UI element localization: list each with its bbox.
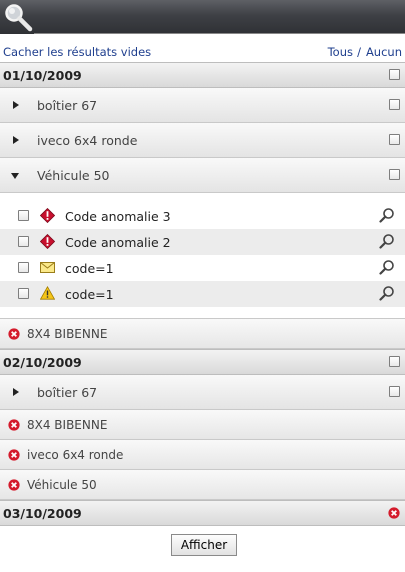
- zoom-icon[interactable]: [379, 207, 395, 223]
- vehicle-label: 8X4 BIBENNE: [27, 327, 108, 341]
- hide-empty-results-link[interactable]: Cacher les résultats vides: [3, 45, 151, 59]
- vehicle-label: iveco 6x4 ronde: [27, 448, 124, 462]
- search-header-bar: [0, 0, 405, 34]
- event-item[interactable]: code=1: [0, 255, 405, 281]
- no-data-vehicle-row[interactable]: 8X4 BIBENNE: [0, 410, 405, 440]
- date-label: 01/10/2009: [3, 68, 82, 83]
- expanded-arrow-icon[interactable]: [11, 173, 19, 179]
- link-separator: /: [357, 45, 361, 59]
- collapsed-arrow-icon[interactable]: [13, 101, 19, 109]
- filter-controls: Cacher les résultats vides Tous / Aucun: [0, 34, 405, 62]
- error-icon: [8, 419, 20, 431]
- event-label: code=1: [65, 261, 114, 276]
- select-none-link[interactable]: Aucun: [366, 45, 402, 59]
- vehicle-group-row[interactable]: boîtier 67: [0, 375, 405, 410]
- vehicle-group-row[interactable]: boîtier 67: [0, 88, 405, 123]
- date-label: 03/10/2009: [3, 506, 82, 521]
- date-header: 01/10/2009: [0, 62, 405, 88]
- event-list: Code anomalie 3 Code anomalie 2 code=1 c…: [0, 193, 405, 318]
- event-label: Code anomalie 3: [65, 209, 171, 224]
- event-checkbox[interactable]: [18, 210, 29, 221]
- event-checkbox[interactable]: [18, 288, 29, 299]
- red-alert-icon: [40, 234, 55, 249]
- error-icon: [388, 507, 400, 519]
- display-button[interactable]: Afficher: [171, 534, 237, 556]
- error-icon: [8, 449, 20, 461]
- date-checkbox[interactable]: [389, 69, 400, 80]
- group-label: boîtier 67: [37, 98, 98, 113]
- vehicle-label: Véhicule 50: [27, 478, 97, 492]
- zoom-icon[interactable]: [379, 285, 395, 301]
- red-alert-icon: [40, 208, 55, 223]
- group-checkbox[interactable]: [389, 169, 400, 180]
- event-item[interactable]: code=1: [0, 281, 405, 307]
- zoom-icon[interactable]: [379, 233, 395, 249]
- date-label: 02/10/2009: [3, 355, 82, 370]
- event-checkbox[interactable]: [18, 262, 29, 273]
- group-checkbox[interactable]: [389, 386, 400, 397]
- select-all-link[interactable]: Tous: [328, 45, 353, 59]
- event-item[interactable]: Code anomalie 3: [0, 203, 405, 229]
- date-checkbox[interactable]: [389, 356, 400, 367]
- group-checkbox[interactable]: [389, 134, 400, 145]
- envelope-icon: [40, 262, 55, 273]
- no-data-vehicle-row[interactable]: iveco 6x4 ronde: [0, 440, 405, 470]
- date-header: 03/10/2009: [0, 500, 405, 526]
- collapsed-arrow-icon[interactable]: [13, 388, 19, 396]
- vehicle-group-row-expanded[interactable]: Véhicule 50: [0, 158, 405, 193]
- error-icon: [8, 328, 20, 340]
- event-item[interactable]: Code anomalie 2: [0, 229, 405, 255]
- vehicle-group-row[interactable]: iveco 6x4 ronde: [0, 123, 405, 158]
- event-label: code=1: [65, 287, 114, 302]
- event-checkbox[interactable]: [18, 236, 29, 247]
- vehicle-label: 8X4 BIBENNE: [27, 418, 108, 432]
- no-data-vehicle-row[interactable]: 8X4 BIBENNE: [0, 318, 405, 349]
- footer: Afficher: [0, 526, 405, 562]
- group-label: iveco 6x4 ronde: [37, 133, 138, 148]
- group-label: Véhicule 50: [37, 168, 110, 183]
- no-data-vehicle-row[interactable]: Véhicule 50: [0, 470, 405, 500]
- collapsed-arrow-icon[interactable]: [13, 136, 19, 144]
- group-label: boîtier 67: [37, 385, 98, 400]
- date-header: 02/10/2009: [0, 349, 405, 375]
- magnifier-icon[interactable]: [3, 2, 33, 32]
- event-label: Code anomalie 2: [65, 235, 171, 250]
- warning-icon: [40, 286, 55, 300]
- error-icon: [8, 479, 20, 491]
- zoom-icon[interactable]: [379, 259, 395, 275]
- group-checkbox[interactable]: [389, 99, 400, 110]
